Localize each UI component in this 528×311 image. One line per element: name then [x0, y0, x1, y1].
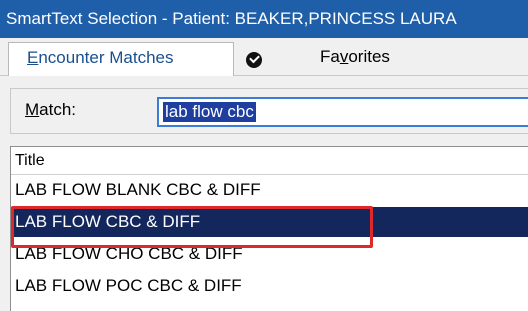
- tab-encounter-matches-label: Encounter Matches: [27, 48, 173, 67]
- match-label-mnemonic: M: [25, 100, 40, 119]
- list-item-selected[interactable]: LAB FLOW CBC & DIFF: [11, 207, 528, 237]
- list-item[interactable]: LAB FLOW POC CBC & DIFF: [11, 271, 528, 301]
- tab-favorites-label: Favorites: [320, 47, 390, 66]
- list-item[interactable]: LAB FLOW BLANK CBC & DIFF: [11, 175, 528, 205]
- tab-encounter-matches[interactable]: Encounter Matches: [8, 42, 234, 76]
- window-title: SmartText Selection - Patient: BEAKER,PR…: [0, 0, 528, 38]
- list-item[interactable]: LAB FLOW CHO CBC & DIFF: [11, 239, 528, 269]
- match-bar: Match: lab flow cbc: [10, 88, 528, 134]
- match-input-value: lab flow cbc: [163, 102, 256, 122]
- column-header-title[interactable]: Title: [11, 147, 528, 175]
- tab-label-prefix: Fa: [320, 47, 340, 66]
- tab-strip: Encounter Matches Favorites: [0, 38, 528, 76]
- match-input[interactable]: lab flow cbc: [157, 97, 528, 127]
- match-label-rest: atch:: [39, 100, 77, 119]
- tab-mnemonic: E: [27, 48, 39, 67]
- tab-label-rest: ncounter Matches: [38, 48, 174, 67]
- smarttext-list[interactable]: Title LAB FLOW BLANK CBC & DIFF LAB FLOW…: [10, 146, 528, 311]
- tab-favorites[interactable]: Favorites: [320, 42, 390, 76]
- tab-label-rest: orites: [348, 47, 390, 66]
- check-circle-icon: [246, 52, 262, 68]
- match-label: Match:: [25, 100, 76, 120]
